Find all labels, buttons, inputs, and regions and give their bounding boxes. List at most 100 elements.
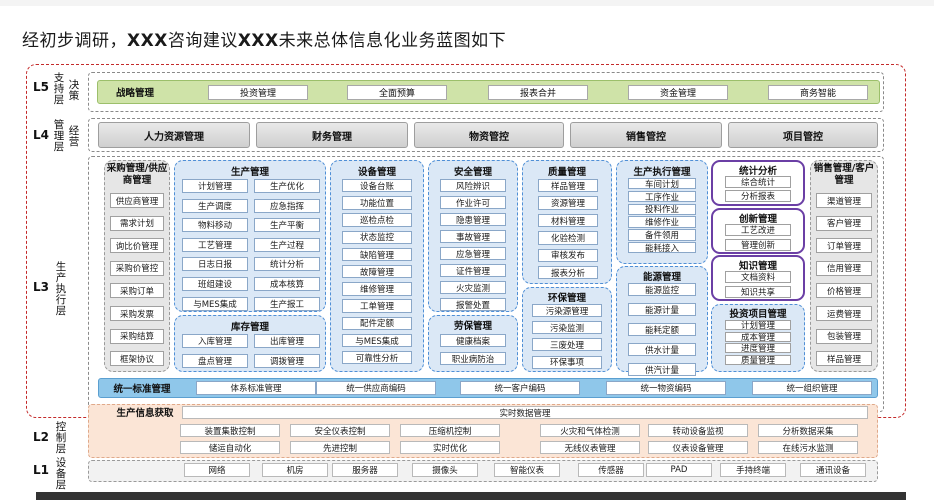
top-strip [0,0,934,6]
inventory-item: 出库管理 [254,334,320,348]
production-item: 工艺管理 [182,237,248,252]
sales-item: 包装管理 [816,328,872,344]
equipment-item: 状态监控 [342,230,412,244]
quality-item: 审核发布 [538,248,598,262]
safety-item: 隐患管理 [440,213,506,227]
production-item: 应急指挥 [254,198,320,213]
panel-safety-title: 安全管理 [453,167,492,178]
l2-row1-item: 压缩机控制 [400,424,500,437]
execution-item: 备件领用 [628,229,696,241]
equipment-item: 配件定额 [342,316,412,330]
project-item: 进度管理 [725,343,791,354]
innovation-item: 管理创新 [725,239,791,251]
panel-quality-title: 质量管理 [547,167,586,178]
equipment-item: 维修管理 [342,282,412,296]
l1-item: 传感器 [578,463,644,477]
stats-item: 综合统计 [725,176,791,188]
safety-item: 风险辨识 [440,179,506,193]
inventory-item: 盘点管理 [182,354,248,368]
layer-tag-l5: L5 [33,80,49,94]
sales-item: 样品管理 [816,351,872,367]
project-item: 成本管理 [725,331,791,342]
production-item: 生产调度 [182,198,248,213]
production-item: 成本核算 [254,277,320,291]
layer-label-l3: 生产执行层 [55,261,67,317]
l4-project: 项目管控 [728,122,878,148]
energy-item: 能耗定额 [628,323,696,337]
sales-item: 渠道管理 [816,193,872,208]
sales-item: 价格管理 [816,283,872,299]
l2-header: 生产信息获取 [116,408,174,419]
knowledge-item: 文档资料 [725,271,791,283]
l1-item: 智能仪表 [494,463,560,477]
purchase-item: 采购订单 [110,283,164,299]
stats-item: 分析报表 [725,190,791,202]
quality-item: 样品管理 [538,179,598,193]
labor-item: 健康档案 [440,334,506,347]
l4-material: 物资管控 [414,122,564,148]
environment-item: 污染源管理 [532,304,602,317]
labor-item: 职业病防治 [440,352,506,365]
execution-item: 维修作业 [628,216,696,228]
purchase-item: 询比价管理 [110,238,164,254]
l5-item-funds: 资金管理 [628,85,728,100]
bottom-bar [36,492,906,500]
panel-equipment-title: 设备管理 [357,167,396,178]
production-item: 与MES集成 [182,296,248,311]
execution-item: 车间计划 [628,178,696,190]
sales-item: 客户管理 [816,215,872,231]
panel-stats-title: 统计分析 [738,166,777,177]
production-item: 计划管理 [182,179,248,193]
production-item: 生产优化 [254,179,320,193]
safety-item: 报警处置 [440,298,506,312]
panel-knowledge-title: 知识管理 [738,261,777,272]
panel-energy-title: 能源管理 [642,272,681,283]
execution-item: 能耗接入 [628,242,696,254]
unify-item: 统一组织管理 [752,381,872,395]
panel-production-title: 生产管理 [230,167,269,178]
purchase-item: 框架协议 [110,351,164,367]
l1-item: 手持终端 [720,463,786,477]
equipment-item: 设备台账 [342,179,412,193]
production-item: 生产报工 [254,296,320,311]
energy-item: 能源计量 [628,303,696,317]
l5-item-budget: 全面预算 [347,85,447,100]
unify-item: 统一物资编码 [606,381,726,395]
project-item: 计划管理 [725,320,791,331]
l2-row1-item: 装置集散控制 [180,424,280,437]
l2-row1-item: 火灾和气体检测 [540,424,640,437]
l4-sales: 销售管控 [570,122,722,148]
equipment-item: 功能位置 [342,196,412,210]
l2-row2-item: 无线仪表管理 [540,441,640,454]
purchase-item: 采购价管控 [110,260,164,276]
environment-item: 环保事项 [532,355,602,369]
execution-item: 工序作业 [628,190,696,203]
l5-item-consolidation: 报表合并 [488,85,588,100]
l2-row2-item: 先进控制 [290,441,390,454]
equipment-item: 故障管理 [342,265,412,279]
l2-row2-item: 实时优化 [400,441,500,454]
l2-row1-item: 转动设备监视 [648,424,748,437]
l1-item: PAD [646,463,712,477]
inventory-item: 调拨管理 [254,354,320,368]
production-item: 统计分析 [254,257,320,272]
layer-sub-l4: 经营 [68,125,80,148]
l1-item: 服务器 [332,463,398,477]
quality-item: 资源管理 [538,196,598,210]
purchase-item: 采购发票 [110,306,164,321]
layer-tag-l3: L3 [33,280,49,294]
sales-item: 信用管理 [816,260,872,276]
unify-item: 统一客户编码 [460,381,580,395]
sales-item: 订单管理 [816,238,872,254]
strategy-title: 战略管理 [115,88,154,99]
panel-labor-title: 劳保管理 [453,321,492,332]
safety-item: 应急管理 [440,247,506,261]
l1-item: 机房 [262,463,328,477]
panel-project-title: 投资项目管理 [729,309,787,320]
energy-item: 能源监控 [628,283,696,297]
energy-item: 供水计量 [628,343,696,357]
quality-item: 化验检测 [538,231,598,245]
production-item: 班组建设 [182,277,248,291]
equipment-item: 与MES集成 [342,333,412,348]
unify-item: 统一供应商编码 [316,381,436,395]
